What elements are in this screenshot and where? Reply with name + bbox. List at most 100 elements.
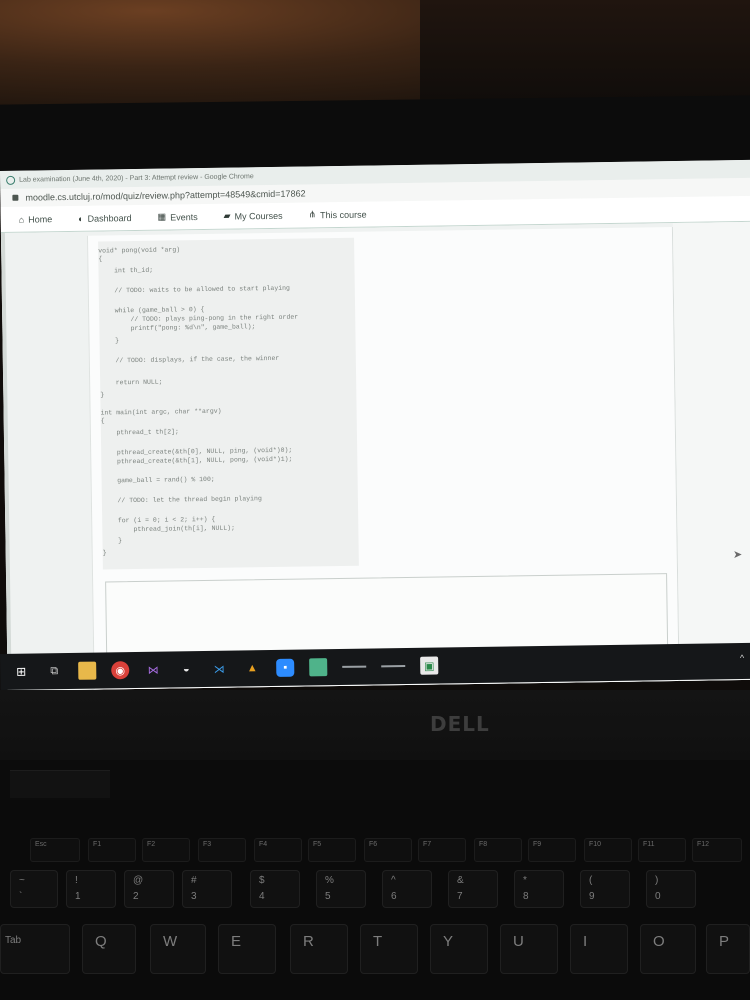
key-digit: 8 [523,891,529,902]
brand-logo: DELL [430,712,490,736]
page-content: void* pong(void *arg) { int th_id; // TO… [0,221,750,691]
key-f12[interactable]: F12 [692,838,742,862]
zoom-icon[interactable]: ▪ [276,658,295,677]
key-f10[interactable]: F10 [584,838,632,862]
key-f5[interactable]: F5 [308,838,356,862]
tray-chevron-icon[interactable]: ^ [740,653,744,663]
key-f7[interactable]: F7 [418,838,466,862]
key-label: O [653,933,665,950]
key-symbol: ! [75,875,78,886]
code-line: void* pong(void *arg) [98,246,181,255]
code-line: { [98,255,103,263]
laptop-screen: Lab examination (June 4th, 2020) - Part … [0,159,750,691]
windows-start-icon[interactable]: ⊞ [12,663,30,681]
key-q[interactable]: Q [82,924,136,974]
key-r[interactable]: R [290,924,348,974]
key-symbol: ) [655,875,659,886]
key-f9[interactable]: F9 [528,838,576,862]
nav-this-course[interactable]: ⋔ This course [308,209,366,221]
code-line: int th_id; [98,266,154,275]
key-p[interactable]: P [706,924,750,974]
nav-home-label: Home [28,213,53,225]
nav-events[interactable]: ▦ Events [158,211,198,223]
key-label: T [373,933,383,950]
app-icon[interactable]: ▣ [420,656,439,675]
key-1[interactable]: ! 1 [66,870,116,908]
code-line: // TODO: displays, if the case, the winn… [99,354,280,365]
key-f1[interactable]: F1 [88,838,136,862]
key-label: U [513,933,524,950]
nav-my-courses-label: My Courses [234,210,283,222]
dashboard-icon: ◐ [78,213,84,224]
url-text[interactable]: moodle.cs.utcluj.ro/mod/quiz/review.php?… [25,188,305,202]
key-esc[interactable]: Esc [30,838,80,862]
nav-dashboard[interactable]: ◐ Dashboard [78,213,132,224]
code-line: pthread_t th[2]; [100,428,179,437]
key-symbol: ( [589,875,593,886]
home-icon: ⌂ [18,214,25,225]
key-digit: 6 [391,891,397,902]
code-line: pthread_join(th[i], NULL); [102,524,235,534]
key-3[interactable]: # 3 [182,870,232,908]
vscode-icon[interactable]: ⋊ [210,660,228,678]
key-4[interactable]: $ 4 [250,870,300,908]
key-digit: 1 [75,891,81,902]
key-f4[interactable]: F4 [254,838,302,862]
nav-my-courses[interactable]: ▰ My Courses [224,210,283,222]
key-8[interactable]: * 8 [514,870,564,908]
chrome-icon[interactable]: ◉ [111,661,130,680]
key-f8[interactable]: F8 [474,838,522,862]
nav-dashboard-label: Dashboard [87,212,132,224]
key-symbol: ^ [391,875,396,886]
lock-icon [12,194,19,201]
key-o[interactable]: O [640,924,696,974]
left-drawer-edge [0,232,12,691]
matlab-icon[interactable]: ▲ [243,659,261,677]
code-line: while (game_ball > 0) { [99,305,205,315]
key-label: P [719,933,730,950]
key-f2[interactable]: F2 [142,838,190,862]
nav-home[interactable]: ⌂ Home [19,214,53,224]
key-i[interactable]: I [570,924,628,974]
key-2[interactable]: @ 2 [124,870,174,908]
key-f11[interactable]: F11 [638,838,686,862]
code-line: } [102,549,107,557]
key-f6[interactable]: F6 [364,838,412,862]
key-f3[interactable]: F3 [198,838,246,862]
code-line: } [99,337,120,345]
key-9[interactable]: ( 9 [580,870,630,908]
key-u[interactable]: U [500,924,558,974]
moodle-icon [6,175,16,185]
key-w[interactable]: W [150,924,206,974]
key-symbol: $ [259,875,265,886]
key-tab[interactable]: Tab [0,924,70,974]
code-line: { [100,417,105,425]
file-explorer-icon[interactable] [78,661,97,680]
code-line: // TODO: waits to be allowed to start pl… [98,284,290,295]
key-e[interactable]: E [218,924,276,974]
task-view-icon[interactable]: ⧉ [45,662,63,680]
wall-shadow [420,0,750,110]
key-digit: 7 [457,891,463,902]
key-symbol: # [191,875,197,886]
code-line: // TODO: let the thread begin playing [101,495,262,505]
laptop-photo: Lab examination (June 4th, 2020) - Part … [0,0,750,1000]
code-line: // TODO: plays ping-pong in the right or… [99,313,299,324]
key-y[interactable]: Y [430,924,488,974]
edge-icon[interactable]: ◒ [177,660,195,678]
notepad-icon[interactable] [309,658,328,677]
key-digit: 5 [325,891,331,902]
visual-studio-icon[interactable]: ⋈ [144,661,162,679]
key-digit: ` [19,891,23,902]
key-symbol: % [325,875,334,886]
laptop-hinge [0,760,750,800]
key-5[interactable]: % 5 [316,870,366,908]
key-label: E [231,933,242,950]
key-6[interactable]: ^ 6 [382,870,432,908]
key-0[interactable]: ) 0 [646,870,696,908]
key-digit: 9 [589,891,595,902]
code-line: for (i = 0; i < 2; i++) { [102,515,216,525]
key-backtick[interactable]: ~ ` [10,870,58,908]
key-t[interactable]: T [360,924,418,974]
key-7[interactable]: & 7 [448,870,498,908]
